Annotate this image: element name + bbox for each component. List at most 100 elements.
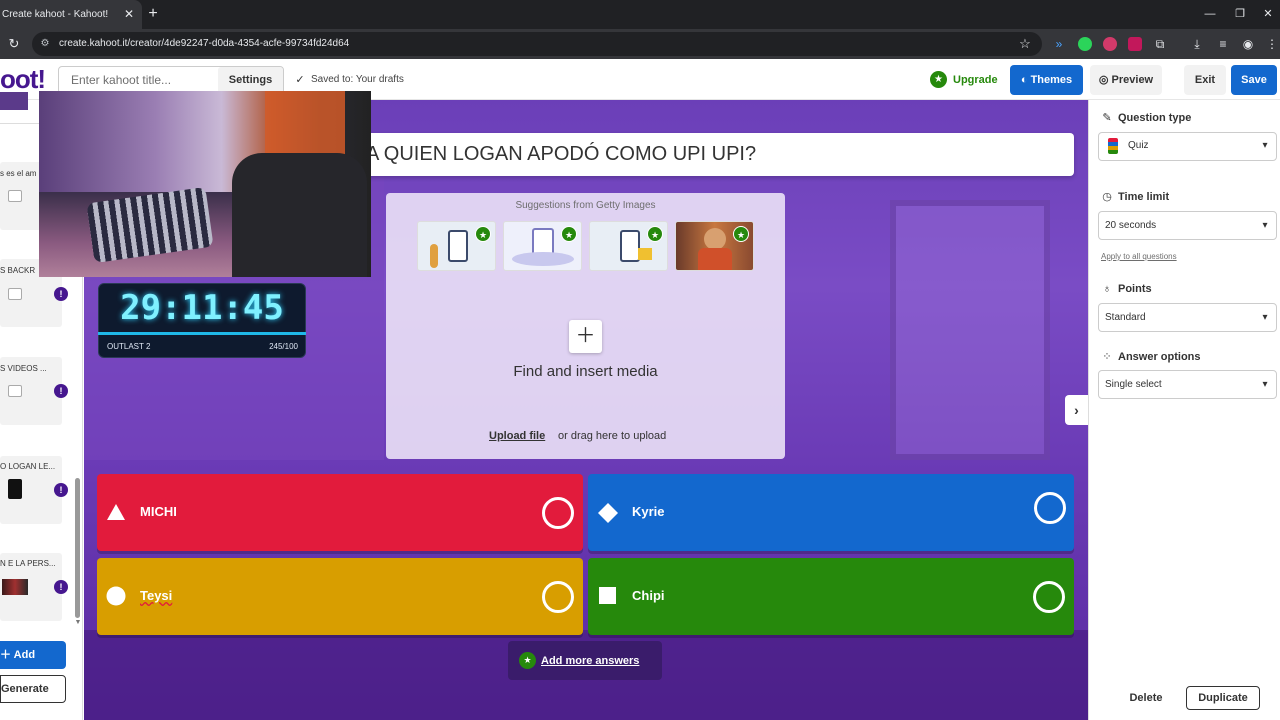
slide-thumbnail-image[interactable] — [0, 92, 28, 110]
getty-suggestions-title: Suggestions from Getty Images — [515, 200, 656, 211]
browser-tab-bar — [0, 0, 1280, 29]
save-button[interactable]: Save — [1231, 65, 1277, 95]
add-more-answers-label[interactable]: Add more answers — [541, 653, 639, 669]
add-label: Add — [13, 649, 36, 661]
answer-1-label[interactable]: MICHI — [140, 502, 177, 522]
slide-thumbnail-image — [2, 579, 28, 595]
new-tab-icon[interactable]: + — [146, 0, 160, 29]
chevron-down-icon: ▾ — [1262, 312, 1268, 323]
clock-icon: ◷ — [1102, 191, 1112, 203]
question-type-value: Quiz — [1128, 140, 1149, 151]
chevron-down-icon: ▾ — [1262, 140, 1268, 151]
slide-list-scrollbar[interactable] — [75, 478, 80, 618]
phone-illustration — [448, 230, 468, 262]
extension-shield-icon[interactable] — [1128, 37, 1142, 51]
url-text[interactable]: create.kahoot.it/creator/4de92247-d0da-4… — [59, 36, 349, 52]
eye-icon: ◎ — [1098, 74, 1112, 86]
slide-thumbnail-image — [8, 479, 22, 499]
answer-2-label[interactable]: Kyrie — [632, 502, 665, 522]
duplicate-button[interactable]: Duplicate — [1186, 686, 1260, 710]
settings-button[interactable]: Settings — [218, 67, 283, 93]
palette-icon: ◐ — [1020, 74, 1031, 86]
premium-star-icon: ★ — [561, 226, 577, 242]
image-placeholder-icon — [8, 385, 22, 397]
drag-upload-text: or drag here to upload — [558, 430, 667, 442]
premium-star-icon: ★ — [519, 652, 536, 669]
question-settings-panel — [1088, 100, 1280, 720]
upload-file-link[interactable]: Upload file — [489, 429, 545, 443]
points-label: Points — [1118, 283, 1152, 295]
chevron-right-icon[interactable]: › — [1065, 395, 1088, 425]
minimize-icon[interactable]: — — [1200, 0, 1220, 29]
premium-star-icon: ★ — [647, 226, 663, 242]
scroll-down-icon[interactable]: ▼ — [74, 618, 82, 628]
quiz-icon — [1108, 138, 1118, 154]
browser-tab[interactable]: Create kahoot - Kahoot! — [0, 0, 142, 29]
title-placeholder: Enter kahoot title... — [71, 73, 172, 87]
correct-answer-toggle[interactable] — [1033, 581, 1065, 613]
question-input[interactable]: A QUIEN LOGAN APODÓ COMO UPI UPI? — [352, 133, 1074, 176]
add-media-button[interactable]: ＋ — [569, 320, 602, 353]
points-value: Standard — [1105, 312, 1146, 323]
time-limit-label: Time limit — [1118, 191, 1170, 203]
window-close-icon[interactable]: ✕ — [1258, 0, 1278, 29]
generate-button[interactable]: Generate — [0, 675, 66, 703]
question-type-select[interactable] — [1098, 132, 1277, 161]
warning-icon[interactable]: ! — [54, 384, 68, 398]
warning-icon[interactable]: ! — [54, 483, 68, 497]
person-illustration — [430, 244, 438, 268]
browser-tab-title: Create kahoot - Kahoot! — [2, 9, 109, 20]
stream-goal-count: 245/100 — [269, 342, 298, 351]
extension-green-icon[interactable] — [1078, 37, 1092, 51]
upgrade-button[interactable]: Upgrade — [953, 72, 998, 88]
preview-button[interactable]: ◎ Preview — [1090, 65, 1162, 95]
delete-button[interactable]: Delete — [1120, 688, 1172, 708]
chevron-down-icon: ▾ — [1262, 220, 1268, 231]
answer-4-label[interactable]: Chipi — [632, 586, 665, 606]
download-icon[interactable]: ⤓ — [1189, 35, 1205, 53]
extensions-puzzle-icon[interactable]: ⧉ — [1152, 35, 1168, 53]
phone-illustration — [620, 230, 640, 262]
chevron-down-icon: ▾ — [1262, 379, 1268, 390]
maximize-icon[interactable]: ❐ — [1230, 0, 1250, 29]
answer-options-value: Single select — [1105, 379, 1162, 390]
stream-timer-bar — [98, 332, 306, 335]
profile-icon[interactable]: ◉ — [1240, 35, 1256, 53]
answer-3-label[interactable]: Teysi — [140, 586, 172, 606]
person-photo-body — [698, 248, 732, 270]
correct-answer-toggle[interactable] — [542, 581, 574, 613]
reload-icon[interactable]: ↻ — [6, 36, 22, 52]
circle-icon — [106, 586, 126, 606]
warning-icon[interactable]: ! — [54, 580, 68, 594]
extension-wave-icon[interactable]: » — [1051, 35, 1067, 53]
correct-answer-toggle[interactable] — [542, 497, 574, 529]
tab-close-icon[interactable]: ✕ — [122, 0, 136, 29]
extension-pink-icon[interactable] — [1103, 37, 1117, 51]
themes-button[interactable]: ◐ Themes — [1010, 65, 1083, 95]
medal-icon: ♁ — [1102, 283, 1112, 295]
slide-label: O LOGAN LE... — [0, 462, 56, 471]
bookmark-star-icon[interactable]: ☆ — [1017, 36, 1033, 52]
saved-status: Saved to: Your drafts — [311, 74, 404, 85]
exit-button[interactable]: Exit — [1184, 65, 1226, 95]
correct-answer-toggle[interactable] — [1034, 492, 1066, 524]
image-placeholder-icon — [8, 190, 22, 202]
plant-illustration — [512, 252, 574, 266]
answer-options-icon: ⁘ — [1102, 351, 1112, 363]
image-placeholder-icon — [8, 288, 22, 300]
background-window — [890, 200, 1050, 460]
question-type-icon: ✎ — [1102, 112, 1112, 124]
browser-menu-icon[interactable]: ⋮ — [1264, 35, 1280, 53]
upgrade-star-icon[interactable]: ★ — [930, 71, 947, 88]
warning-icon[interactable]: ! — [54, 287, 68, 301]
plus-icon: ＋ — [0, 649, 14, 661]
site-info-icon[interactable]: ⚙ — [38, 36, 52, 52]
diamond-icon — [598, 503, 618, 523]
find-media-label: Find and insert media — [513, 363, 658, 380]
time-limit-value: 20 seconds — [1105, 220, 1157, 231]
media-control-icon[interactable]: ≡ — [1215, 35, 1231, 53]
apply-to-all-link[interactable]: Apply to all questions — [1101, 251, 1177, 263]
add-slide-button[interactable]: ＋ Add — [0, 641, 66, 669]
cart-illustration — [638, 248, 652, 260]
webcam-chair — [232, 153, 367, 277]
